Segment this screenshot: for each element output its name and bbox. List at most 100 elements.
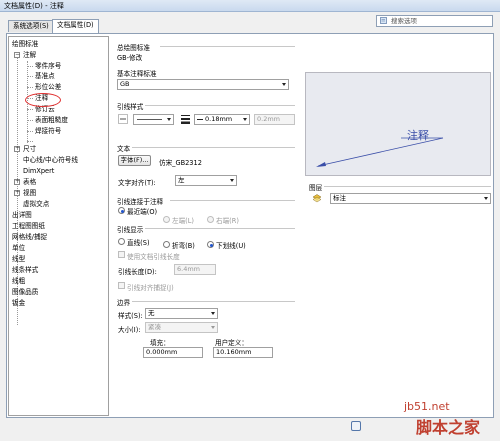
search-icon (380, 17, 387, 24)
tree-item-surface-finish[interactable]: 表面粗糙度 (35, 116, 68, 124)
tree-item-dimxpert[interactable]: DimXpert (23, 167, 54, 175)
expand-icon[interactable]: + (14, 146, 20, 152)
leader-style-icon (118, 114, 128, 124)
tree-item-gtol[interactable]: 形位公差 (35, 83, 61, 91)
leader-bent-label: 折弯(B) (172, 242, 195, 250)
tab-document-properties[interactable]: 文档属性(D) (52, 19, 99, 33)
custom-thickness-field[interactable]: 0.2mm (254, 114, 295, 125)
leader-underline-label: 下划线(U) (216, 242, 246, 250)
border-style-value: 无 (148, 309, 155, 317)
tree-item-grid-snap[interactable]: 网格线/捕捉 (12, 233, 47, 241)
chevron-down-icon (211, 312, 215, 315)
watermark-url: jb51.net (404, 400, 450, 413)
tree-item-views[interactable]: 视图 (23, 189, 36, 197)
tree-item-dimensions[interactable]: 尺寸 (23, 145, 36, 153)
line-thickness-select[interactable]: 0.18mm (194, 114, 250, 125)
line-style-select[interactable] (133, 114, 174, 125)
base-standard-select[interactable]: GB (117, 79, 289, 90)
chevron-down-icon (211, 326, 215, 329)
search-placeholder: 搜索选项 (391, 17, 417, 25)
chevron-down-icon (243, 118, 247, 121)
tree-item-sheet-metal[interactable]: 钣金 (12, 299, 25, 307)
text-group-label: 文本 (117, 145, 131, 153)
layer-value: 标注 (333, 194, 346, 202)
leader-display-label: 引线显示 (117, 226, 144, 234)
tree-item-image-quality[interactable]: 图像品质 (12, 288, 38, 296)
tree-item-drawing-sheets[interactable]: 工程图图纸 (12, 222, 45, 230)
use-doc-length-label: 使用文档引线长度 (127, 253, 180, 261)
tree-item-drawing-standard[interactable]: 绘图标准 (12, 40, 38, 48)
text-align-value: 左 (178, 176, 185, 184)
anchor-nearest-label: 最近端(O) (127, 208, 158, 216)
expand-icon[interactable]: + (14, 179, 20, 185)
base-standard-label: 基本注释标准 (117, 70, 157, 78)
window-title: 文档属性(D) - 注释 (0, 0, 500, 12)
border-style-label: 样式(S): (118, 312, 143, 320)
tree-item-units[interactable]: 单位 (12, 244, 25, 252)
fill-field[interactable]: 0.000mm (143, 347, 203, 358)
tree-item-line-font[interactable]: 线型 (12, 255, 25, 263)
tree-item-balloons[interactable]: 零件序号 (35, 62, 61, 70)
leader-length-label: 引线长度(D): (118, 268, 157, 276)
expand-icon[interactable]: + (14, 190, 20, 196)
line-thickness-value: 0.18mm (205, 115, 233, 123)
leader-bent-radio[interactable] (163, 241, 170, 248)
chevron-down-icon (167, 118, 171, 121)
options-tree: 绘图标准 − 注解 零件序号 基准点 形位公差 注释 修订云 表面粗糙度 焊接符… (8, 36, 109, 416)
border-size-label: 大小(I): (118, 326, 141, 334)
tree-item-weld-symbols[interactable]: 焊接符号 (35, 127, 61, 135)
tree-item-datums[interactable]: 基准点 (35, 72, 55, 80)
text-align-select[interactable]: 左 (175, 175, 237, 186)
leader-arrow (316, 137, 444, 167)
layer-select[interactable]: 标注 (330, 193, 491, 204)
tree-item-line-style[interactable]: 线条样式 (12, 266, 38, 274)
line-thickness-icon (181, 115, 190, 124)
border-size-select[interactable]: 紧凑 (145, 322, 218, 333)
leader-underline-radio[interactable] (207, 241, 214, 248)
help-button[interactable] (351, 421, 361, 431)
anchor-left-label: 左端(L) (172, 217, 195, 225)
base-standard-value: GB (120, 80, 130, 88)
leader-length-field[interactable]: 6.4mm (174, 264, 216, 275)
anchor-nearest-radio[interactable] (118, 207, 125, 214)
chevron-down-icon (484, 197, 488, 200)
tree-item-tables[interactable]: 表格 (23, 178, 36, 186)
collapse-icon[interactable]: − (14, 52, 20, 58)
preview-note-text: 注释 (407, 129, 429, 142)
anchor-left-radio[interactable] (163, 216, 170, 223)
border-size-value: 紧凑 (148, 323, 161, 331)
use-doc-length-checkbox[interactable] (118, 251, 125, 258)
overall-standard-value: GB-修改 (117, 54, 143, 62)
leader-straight-label: 直线(S) (127, 239, 150, 247)
line-style-sample (137, 119, 162, 120)
font-name: 仿宋_GB2312 (159, 159, 202, 167)
border-group-label: 边界 (117, 299, 131, 307)
tree-item-virtual-sharps[interactable]: 虚拟交点 (23, 200, 49, 208)
layer-icon (312, 194, 322, 203)
overall-standard-label: 总绘图标准 (117, 44, 150, 52)
anchor-right-label: 右端(R) (216, 217, 239, 225)
align-snap-label: 引线对齐捕捉(J) (127, 284, 174, 292)
tree-item-centerlines[interactable]: 中心线/中心符号线 (23, 156, 78, 164)
chevron-down-icon (282, 83, 286, 86)
highlight-circle (25, 93, 61, 107)
align-snap-checkbox[interactable] (118, 282, 125, 289)
anchor-right-radio[interactable] (207, 216, 214, 223)
note-preview: 注释 (305, 72, 491, 176)
tab-system-options[interactable]: 系统选项(S) (8, 20, 54, 32)
text-align-label: 文字对齐(T): (118, 179, 156, 187)
user-defined-field[interactable]: 10.160mm (213, 347, 273, 358)
fill-label: 填充： (150, 339, 170, 347)
leader-anchor-label: 引线连接于注释 (117, 198, 164, 206)
layer-label: 图层 (309, 184, 323, 192)
font-button[interactable]: 字体(F)... (118, 155, 151, 166)
watermark-text: 脚本之家 (416, 418, 481, 437)
tree-item-detailing[interactable]: 出详图 (12, 211, 32, 219)
border-style-select[interactable]: 无 (145, 308, 218, 319)
tree-item-annotations[interactable]: 注解 (23, 51, 36, 59)
search-input[interactable]: 搜索选项 (376, 15, 493, 27)
user-defined-label: 用户定义： (215, 339, 248, 347)
leader-style-label: 引线样式 (117, 103, 144, 111)
leader-straight-radio[interactable] (118, 238, 125, 245)
tree-item-line-thickness[interactable]: 线粗 (12, 277, 25, 285)
